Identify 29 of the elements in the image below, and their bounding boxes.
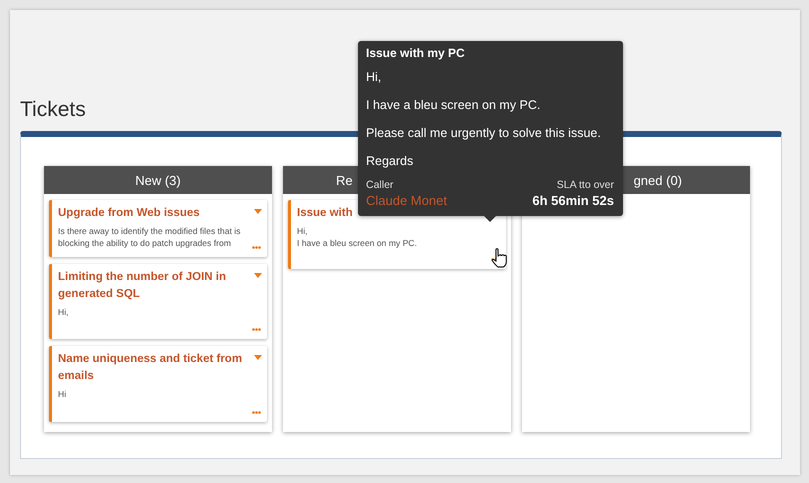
ticket-description: Hi,: [58, 306, 70, 318]
caret-icon[interactable]: [254, 209, 262, 214]
ticket-description: I have a bleu screen on my PC.: [297, 237, 418, 249]
column-header: New (3): [44, 166, 272, 194]
tooltip-text: Hi,: [366, 70, 382, 84]
ticket-title: Upgrade from Web issues: [58, 206, 201, 221]
ticket-title: Issue with: [297, 206, 354, 221]
ticket-title: Name uniqueness and ticket from emails: [58, 352, 244, 384]
ticket-description: Hi,: [297, 225, 309, 237]
more-icon[interactable]: [252, 411, 261, 414]
sla-label: SLA tto over: [556, 179, 614, 191]
hand-cursor-icon: [491, 248, 507, 268]
tooltip-title: Issue with my PC: [366, 46, 466, 60]
page-title: Tickets: [20, 97, 86, 123]
caret-icon[interactable]: [254, 273, 262, 278]
caret-icon[interactable]: [254, 355, 262, 360]
ticket-description: Is there away to identify the modified files that is blocking the ability to do patch upgrades from: [58, 225, 242, 249]
more-icon[interactable]: [252, 328, 261, 331]
caller-label: Caller: [366, 179, 394, 191]
ticket-card[interactable]: Limiting the number of JOIN in generated SQL Hi,: [49, 264, 267, 339]
tooltip-text: Regards: [366, 154, 414, 168]
ticket-title: Limiting the number of JOIN in generated SQL: [58, 270, 228, 302]
tooltip-text: I have a bleu screen on my PC.: [366, 98, 542, 112]
tooltip-text: Please call me urgently to solve this issue.: [366, 126, 602, 140]
ticket-card[interactable]: Name uniqueness and ticket from emails Hi: [49, 346, 267, 422]
sla-value: 6h 56min 52s: [532, 193, 614, 208]
more-icon[interactable]: [252, 246, 261, 249]
ticket-card[interactable]: Upgrade from Web issues Is there away to identify the modified files that is blocking the ability to do patch upgrades from: [49, 200, 267, 257]
ticket-description: Hi: [58, 388, 68, 400]
